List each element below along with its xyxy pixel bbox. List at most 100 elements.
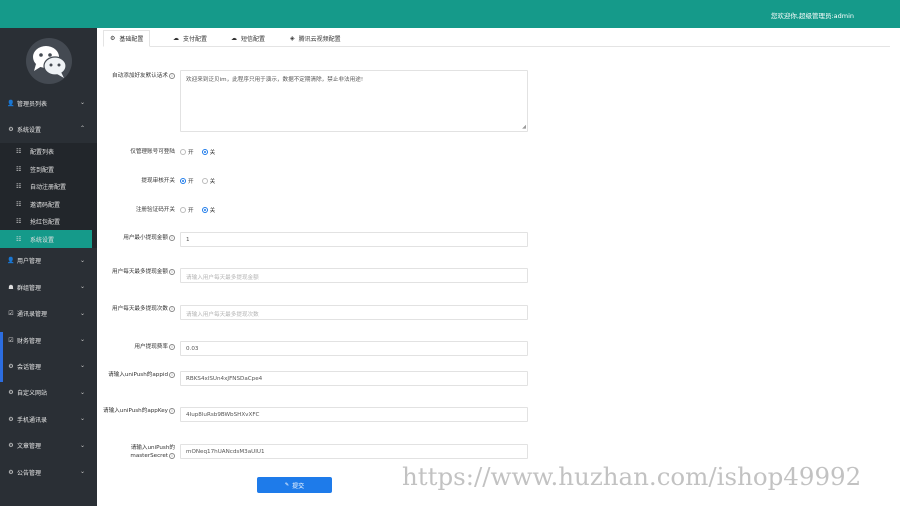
radio-off-state[interactable] — [201, 178, 208, 184]
chevron-down-icon: ⌄ — [79, 415, 85, 423]
tab-label: 腾讯云视频配置 — [298, 36, 341, 43]
withdraw-rate-input[interactable]: 0.03 — [180, 341, 528, 356]
submit-button[interactable]: ✎ 提交 — [257, 477, 332, 493]
daily-max-times-input[interactable]: 请输入用户每天最多提现次数 — [180, 305, 528, 320]
radio-selected-state[interactable] — [201, 149, 208, 155]
unipush-secret-input[interactable]: mONeq17hUANcdsM3aUIU1 — [180, 444, 528, 459]
sliders-icon: ☷ — [16, 165, 22, 173]
gear-icon: ⚙ — [8, 363, 14, 371]
radio-selected-state[interactable] — [180, 178, 186, 184]
radio-option-on[interactable]: 开 — [180, 206, 194, 214]
field-label-text: 自动添加好友默认话术 — [112, 73, 168, 79]
edit-icon: ☑ — [8, 336, 14, 344]
sidebar-item-label: 文章管理 — [17, 443, 42, 451]
sidebar-subitem-auto-register[interactable]: ☷ 自动注册配置 — [0, 178, 97, 196]
tab-payment-config[interactable]: ☁ 支付配置 — [173, 30, 207, 47]
radio-option-off[interactable]: 关 — [201, 177, 216, 185]
sidebar-subitem-red-packet[interactable]: ☷ 抢红包配置 — [0, 213, 97, 231]
sidebar-item-session-management[interactable]: ⚙ 会话管理 ⌄ — [0, 353, 97, 379]
sidebar-item-custom-website[interactable]: ⚙ 自定义网站 ⌄ — [0, 380, 97, 406]
gear-icon: ⚙ — [8, 126, 14, 134]
logo-area — [0, 28, 97, 90]
min-withdraw-input[interactable]: 1 — [180, 232, 528, 247]
sidebar-subitem-config-list[interactable]: ☷ 配置列表 — [0, 143, 97, 161]
sidebar-subitem-signin-config[interactable]: ☷ 签到配置 — [0, 160, 97, 178]
field-label: 用户最小提现金额 i — [103, 234, 175, 242]
radio-label: 开 — [188, 208, 194, 214]
tab-sms-config[interactable]: ☁ 短信配置 — [231, 30, 265, 47]
chevron-down-icon: ⌄ — [79, 99, 85, 106]
help-icon[interactable]: i — [169, 72, 175, 79]
help-icon[interactable]: i — [169, 234, 175, 241]
sliders-icon: ☷ — [16, 200, 22, 208]
field-label-text: 用户每天最多提现金额 — [112, 269, 168, 275]
sidebar-subitem-system-settings[interactable]: ☷ 系统设置 — [0, 230, 92, 248]
daily-max-amount-input[interactable]: 请输入用户每天最多提现金额 — [180, 268, 528, 283]
chevron-down-icon: ⌄ — [79, 441, 85, 449]
help-icon[interactable]: i — [169, 407, 175, 414]
field-label: 用户每天最多提现金额 i — [103, 268, 175, 276]
unipush-appid-input[interactable]: RBKS4xlSUn4xJFNSDaCpe4 — [180, 371, 528, 386]
sidebar: 👤 管理员列表 ⌄ ⚙ 系统设置 ⌃ ☷ 配置列表 ☷ 签到配置 ☷ 自动注册配… — [0, 28, 97, 506]
field-label: 注册验证码开关 — [135, 207, 175, 213]
field-label: 自动添加好友默认话术 i — [103, 72, 175, 80]
sidebar-item-notice-management[interactable]: ⚙ 公告管理 ⌄ — [0, 459, 97, 485]
help-icon[interactable]: i — [169, 452, 175, 459]
group-icon: ☗ — [8, 283, 14, 291]
sidebar-subitem-label: 邀请码配置 — [30, 201, 61, 209]
radio-off-state[interactable] — [180, 207, 186, 213]
radio-selected-state[interactable] — [201, 207, 208, 213]
user-icon: 👤 — [7, 257, 15, 265]
radio-label: 关 — [209, 179, 216, 185]
gear-icon: ⚙ — [110, 35, 116, 42]
sidebar-item-contacts-management[interactable]: ☑ 通讯录管理 ⌄ — [0, 301, 97, 327]
settings-tabs: ⚙ 基础配置 ☁ 支付配置 ☁ 短信配置 ◈ 腾讯云视频配置 — [103, 30, 890, 47]
help-icon[interactable]: i — [169, 343, 175, 350]
cloud-icon: ☁ — [173, 35, 179, 42]
help-icon[interactable]: i — [169, 305, 175, 312]
sidebar-item-system-settings[interactable]: ⚙ 系统设置 ⌃ — [0, 116, 97, 142]
sidebar-item-user-management[interactable]: 👤 用户管理 ⌄ — [0, 248, 97, 274]
sidebar-item-label: 群组管理 — [17, 284, 42, 292]
field-label: 仅管理账号可登陆 — [130, 149, 175, 155]
field-label-text: 用户最小提现金额 — [123, 235, 168, 241]
radio-label: 开 — [188, 179, 194, 185]
watermark-text: https://www.huzhan.com/ishop49992 — [402, 462, 862, 491]
sidebar-item-finance-management[interactable]: ☑ 财务管理 ⌄ — [0, 327, 97, 353]
field-label-text: 请输入uniPush的appKey — [103, 408, 168, 414]
field-label: 用户每天最多提现次数 i — [103, 305, 175, 313]
radio-option-off[interactable]: 关 — [201, 148, 215, 156]
auto-friend-message-textarea[interactable]: 欢迎来到泛贝im，此程序只用于演示，数据不定期清除，禁止非法用途! ◢ — [180, 70, 528, 132]
cube-icon: ◈ — [290, 35, 295, 42]
help-icon[interactable]: i — [169, 371, 175, 378]
edit-icon: ☑ — [8, 310, 14, 318]
radio-option-on[interactable]: 开 — [180, 177, 194, 185]
tab-basic-config[interactable]: ⚙ 基础配置 — [103, 30, 151, 47]
sidebar-item-label: 会话管理 — [17, 364, 42, 372]
field-label: 请输入uniPush的masterSecret i — [103, 444, 175, 460]
radio-option-off[interactable]: 关 — [201, 206, 216, 214]
submit-label: 提交 — [292, 482, 305, 490]
sidebar-submenu: ☷ 配置列表 ☷ 签到配置 ☷ 自动注册配置 ☷ 邀请码配置 ☷ 抢红包配置 ☷… — [0, 142, 97, 248]
resize-handle-icon[interactable]: ◢ — [522, 124, 526, 130]
sidebar-subitem-invite-code[interactable]: ☷ 邀请码配置 — [0, 195, 97, 213]
sidebar-item-article-management[interactable]: ⚙ 文章管理 ⌄ — [0, 433, 97, 459]
field-label-text: 用户每天最多提现次数 — [112, 306, 168, 312]
unipush-appkey-input[interactable]: 4Iup8luRsb9BWbSHXvXFC — [180, 407, 528, 422]
sidebar-subitem-label: 自动注册配置 — [30, 184, 67, 192]
tab-tencent-video-config[interactable]: ◈ 腾讯云视频配置 — [290, 30, 341, 47]
chevron-down-icon: ⌄ — [79, 388, 85, 396]
gear-icon: ⚙ — [8, 442, 14, 450]
scroll-edge-indicator — [0, 332, 3, 382]
chevron-down-icon: ⌄ — [79, 335, 85, 343]
radio-off-state[interactable] — [180, 149, 186, 155]
radio-option-on[interactable]: 开 — [180, 148, 194, 156]
field-label-text: 用户提现费率 — [134, 344, 168, 350]
help-icon[interactable]: i — [169, 268, 175, 275]
sidebar-item-group-management[interactable]: ☗ 群组管理 ⌄ — [0, 274, 97, 300]
field-label: 提现审核开关 — [141, 178, 175, 184]
sidebar-item-admin-list[interactable]: 👤 管理员列表 ⌄ — [0, 90, 97, 116]
sidebar-item-phone-contacts[interactable]: ⚙ 手机通讯录 ⌄ — [0, 406, 97, 432]
tab-label: 短信配置 — [241, 36, 266, 43]
radio-label: 关 — [209, 208, 216, 214]
